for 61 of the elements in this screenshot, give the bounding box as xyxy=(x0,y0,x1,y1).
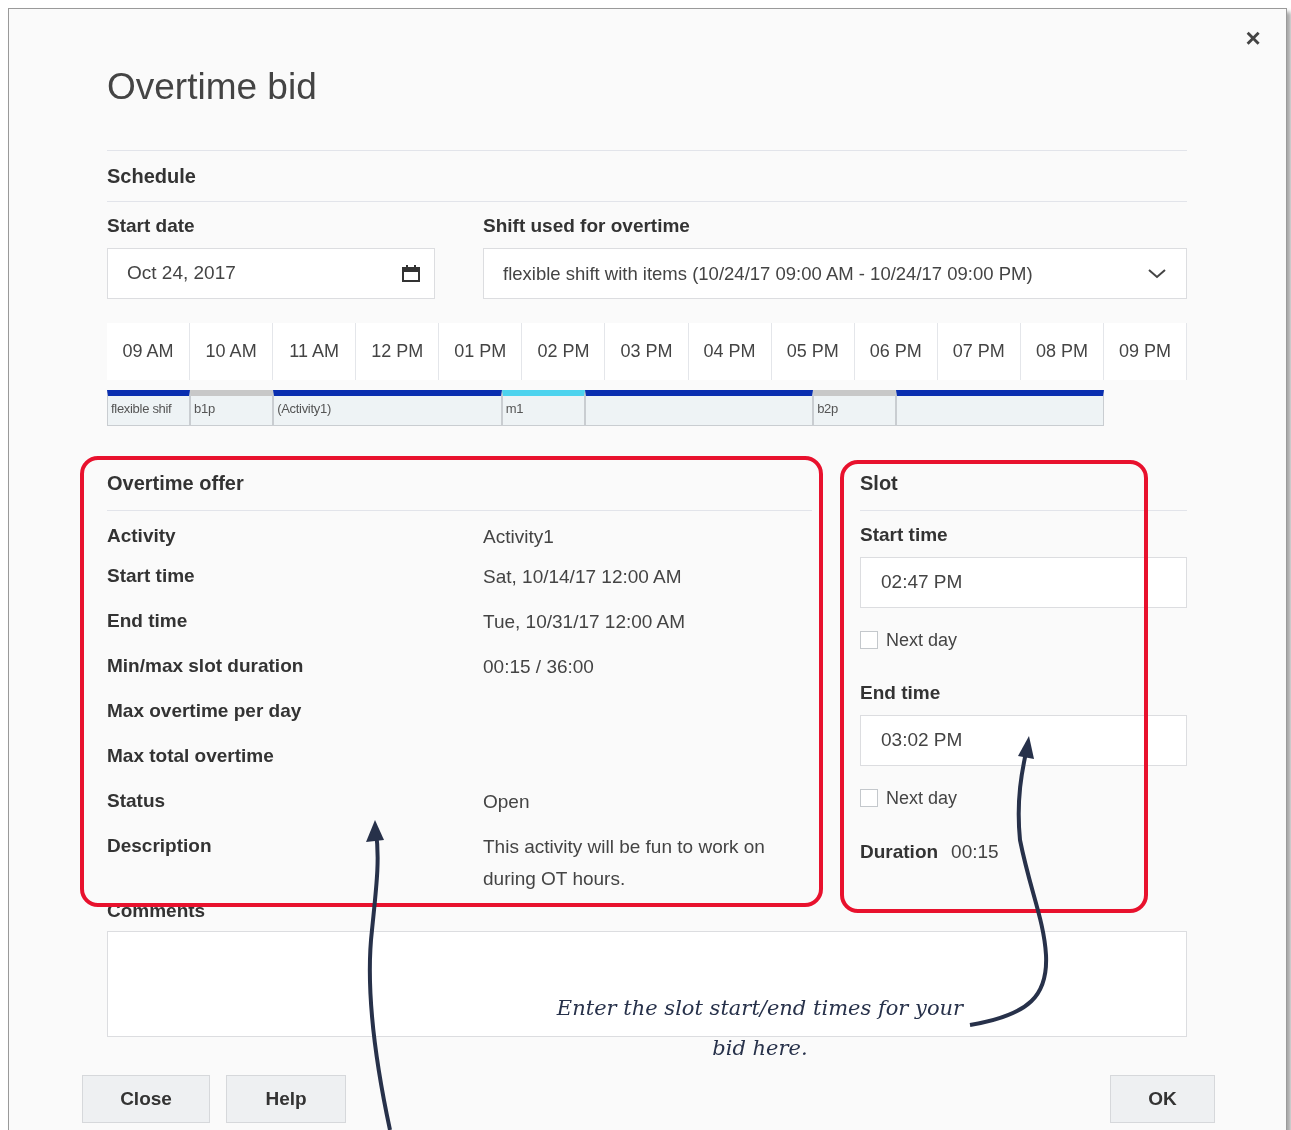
detail-value: Sat, 10/14/17 12:00 AM xyxy=(483,565,683,589)
field-label: Shift used for overtime xyxy=(483,214,690,238)
hour-label: 01 PM xyxy=(439,323,523,380)
hour-label: 02 PM xyxy=(522,323,606,380)
section-heading: Slot xyxy=(860,471,898,496)
timeline-segment[interactable]: m1 xyxy=(501,390,585,426)
detail-value: 00:15 / 36:00 xyxy=(483,655,595,679)
hour-label: 12 PM xyxy=(356,323,440,380)
field-label: Start time xyxy=(860,523,948,547)
comments-field[interactable] xyxy=(107,931,1187,1037)
checkbox-label: Next day xyxy=(886,786,958,810)
section-heading: Overtime offer xyxy=(107,471,244,496)
hour-label: 11 AM xyxy=(273,323,357,380)
detail-label: Max total overtime xyxy=(107,744,275,768)
field-label: Duration xyxy=(860,840,939,864)
duration-value: 00:15 xyxy=(951,840,999,864)
detail-label: Activity xyxy=(107,524,177,548)
time-field[interactable]: 03:02 PM xyxy=(860,715,1187,766)
dialog-button[interactable]: OK xyxy=(1110,1075,1215,1123)
hour-label: 08 PM xyxy=(1020,323,1104,380)
detail-label: End time xyxy=(107,609,189,633)
hour-label: 09 PM xyxy=(1103,323,1187,380)
detail-label: Status xyxy=(107,789,167,813)
hour-label: 04 PM xyxy=(688,323,772,380)
dialog-title: Overtime bid xyxy=(107,65,317,109)
timeline-segment[interactable]: flexible shif xyxy=(107,390,191,426)
field-label: Start date xyxy=(107,214,195,238)
time-field[interactable]: 02:47 PM xyxy=(860,557,1187,608)
close-button[interactable]: × xyxy=(1241,26,1265,50)
hour-label: 07 PM xyxy=(937,323,1021,380)
timeline-segment[interactable]: (Activity1) xyxy=(273,390,502,426)
detail-value: Tue, 10/31/17 12:00 AM xyxy=(483,610,687,634)
calendar-icon[interactable] xyxy=(402,265,420,282)
date-field[interactable]: Oct 24, 2017 xyxy=(107,248,435,299)
detail-label: Description xyxy=(107,834,213,858)
hour-label: 03 PM xyxy=(605,323,689,380)
annotation-text: Enter the slot start/end times for your bid here. xyxy=(555,995,965,1062)
timeline-segment[interactable]: b1p xyxy=(190,390,274,426)
detail-value: Activity1 xyxy=(483,525,555,549)
field-label: Comments xyxy=(107,899,206,923)
hour-label: 10 AM xyxy=(190,323,274,380)
section-heading: Schedule xyxy=(107,164,196,189)
checkbox[interactable] xyxy=(860,631,878,649)
shift-dropdown[interactable]: flexible shift with items (10/24/17 09:00 AM - 10/24/17 09:00 PM) xyxy=(483,248,1187,299)
detail-value: Open xyxy=(483,790,531,814)
timeline-segment[interactable]: b2p xyxy=(813,390,897,426)
hour-label: 05 PM xyxy=(771,323,855,380)
hour-label: 09 AM xyxy=(107,323,191,380)
detail-label: Min/max slot duration xyxy=(107,654,305,678)
dialog-button[interactable]: Close xyxy=(82,1075,210,1123)
detail-label: Max overtime per day xyxy=(107,699,303,723)
chevron-down-icon[interactable] xyxy=(1148,268,1166,279)
dialog-button[interactable]: Help xyxy=(226,1075,346,1123)
checkbox[interactable] xyxy=(860,789,878,807)
checkbox-label: Next day xyxy=(886,628,958,652)
field-label: End time xyxy=(860,681,941,705)
timeline-segment[interactable] xyxy=(584,390,814,426)
timeline-segment[interactable] xyxy=(896,390,1104,426)
detail-value: This activity will be fun to work on during OT hours. xyxy=(483,835,766,891)
hour-label: 06 PM xyxy=(854,323,938,380)
detail-label: Start time xyxy=(107,564,196,588)
